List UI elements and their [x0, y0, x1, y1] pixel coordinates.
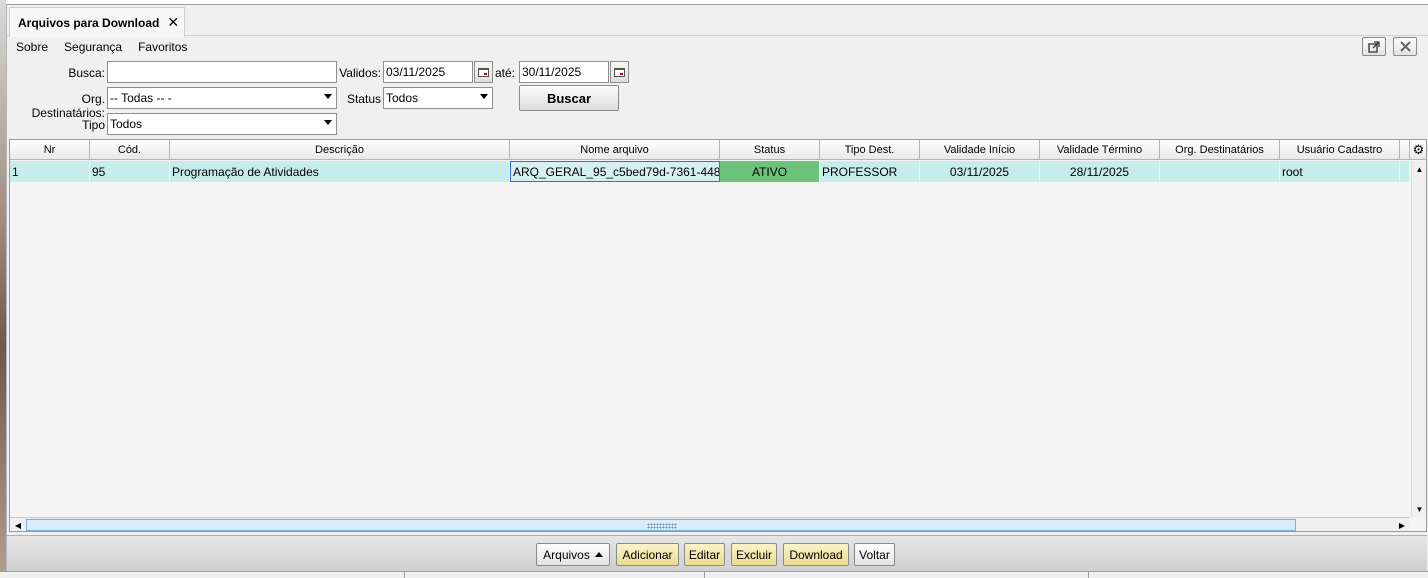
column-header-usuario-cadastro[interactable]: Usuário Cadastro — [1280, 140, 1400, 160]
grip-icon — [647, 523, 677, 529]
adicionar-button[interactable]: Adicionar — [616, 543, 679, 566]
external-link-icon[interactable] — [1362, 37, 1386, 56]
table-header: Nr Cód. Descrição Nome arquivo Status Ti… — [10, 140, 1410, 160]
tipo-select[interactable]: Todos — [107, 113, 337, 135]
app-window: Arquivos para Download ✕ Sobre Segurança… — [6, 4, 1428, 578]
gear-icon[interactable]: ⚙ — [1410, 140, 1426, 160]
cell-org-destinatarios — [1160, 161, 1280, 182]
buscar-button[interactable]: Buscar — [519, 85, 619, 111]
cell-nr: 1 — [10, 161, 90, 182]
cell-tipo-dest: PROFESSOR — [820, 161, 920, 182]
column-header-validade-inicio[interactable]: Validade Início — [920, 140, 1040, 160]
menu-sobre[interactable]: Sobre — [7, 40, 56, 54]
ate-label: até: — [494, 66, 515, 80]
column-header-descricao[interactable]: Descrição — [170, 140, 510, 160]
chevron-down-icon — [324, 94, 332, 99]
status-select[interactable]: Todos — [383, 87, 493, 109]
excluir-button[interactable]: Excluir — [731, 543, 777, 566]
tipo-value: Todos — [110, 117, 143, 131]
org-destinatarios-value: -- Todas -- - — [110, 91, 172, 105]
column-header-cod[interactable]: Cód. — [90, 140, 170, 160]
tab-title: Arquivos para Download — [18, 15, 160, 30]
tab-close-icon[interactable]: ✕ — [167, 14, 179, 31]
column-header-filler — [1400, 140, 1410, 160]
column-header-nr[interactable]: Nr — [10, 140, 90, 160]
cell-validade-inicio: 03/11/2025 — [920, 161, 1040, 182]
validos-to-input[interactable] — [519, 61, 609, 83]
status-badge: ATIVO — [720, 161, 820, 182]
cell-filler — [1400, 161, 1410, 182]
menu-bar: Sobre Segurança Favoritos — [7, 37, 1427, 57]
scroll-right-icon[interactable]: ▶ — [1394, 518, 1410, 531]
files-table: Nr Cód. Descrição Nome arquivo Status Ti… — [9, 139, 1427, 532]
scroll-up-icon[interactable]: ▲ — [1412, 161, 1426, 177]
cell-usuario-cadastro: root — [1280, 161, 1400, 182]
tipo-label: Tipo — [82, 118, 105, 132]
column-header-org-destinatarios[interactable]: Org. Destinatários — [1160, 140, 1280, 160]
validos-from-input[interactable] — [383, 61, 473, 83]
vertical-scrollbar[interactable]: ▲ ▼ — [1411, 161, 1426, 517]
status-value: Todos — [386, 91, 419, 105]
arquivos-menu-button[interactable]: Arquivos — [536, 543, 610, 566]
footer-toolbar: Arquivos Adicionar Editar Excluir Downlo… — [7, 535, 1427, 571]
tab-bar: Arquivos para Download ✕ — [7, 5, 1428, 37]
tab-arquivos-download[interactable]: Arquivos para Download ✕ — [9, 7, 185, 37]
status-label: Status — [346, 92, 381, 106]
cell-cod: 95 — [90, 161, 170, 182]
status-bar — [0, 571, 1428, 578]
scroll-left-icon[interactable]: ◀ — [10, 518, 26, 531]
arquivos-label: Arquivos — [543, 547, 590, 562]
voltar-button[interactable]: Voltar — [854, 543, 895, 566]
column-header-tipo-dest[interactable]: Tipo Dest. — [820, 140, 920, 160]
scroll-down-icon[interactable]: ▼ — [1412, 501, 1426, 517]
column-header-status[interactable]: Status — [720, 140, 820, 160]
menu-seguranca[interactable]: Segurança — [56, 40, 130, 54]
column-header-nome-arquivo[interactable]: Nome arquivo — [510, 140, 720, 160]
horizontal-scrollbar[interactable]: ◀ ▶ — [10, 517, 1410, 531]
chevron-down-icon — [480, 94, 488, 99]
busca-label: Busca: — [68, 66, 105, 80]
chevron-up-icon — [594, 552, 603, 557]
scrollbar-thumb[interactable] — [26, 519, 1296, 531]
table-row[interactable]: 1 95 Programação de Atividades ARQ_GERAL… — [10, 161, 1410, 182]
cell-descricao: Programação de Atividades — [170, 161, 510, 182]
busca-input[interactable] — [107, 61, 337, 83]
org-destinatarios-select[interactable]: -- Todas -- - — [107, 87, 337, 109]
cell-nome-arquivo[interactable]: ARQ_GERAL_95_c5bed79d-7361-4480... — [510, 161, 720, 182]
cell-validade-termino: 28/11/2025 — [1040, 161, 1160, 182]
org-destinatarios-label: Org. Destinatários: — [31, 92, 105, 120]
editar-button[interactable]: Editar — [684, 543, 725, 566]
menu-favoritos[interactable]: Favoritos — [130, 40, 195, 54]
download-button[interactable]: Download — [783, 543, 849, 566]
validos-label: Validos: — [339, 66, 381, 80]
column-header-validade-termino[interactable]: Validade Término — [1040, 140, 1160, 160]
chevron-down-icon — [324, 120, 332, 125]
close-icon[interactable] — [1393, 37, 1417, 56]
calendar-icon[interactable] — [610, 61, 629, 83]
